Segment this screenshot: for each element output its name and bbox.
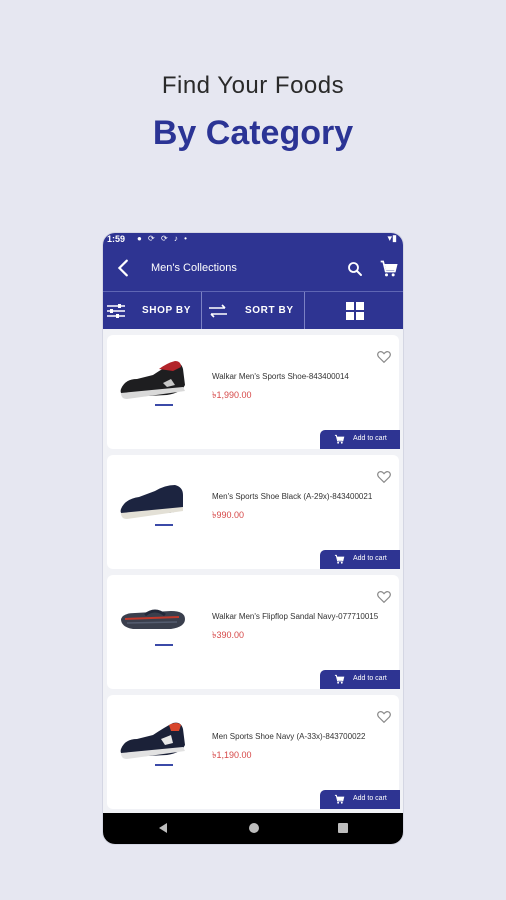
cart-icon [334, 434, 345, 444]
product-image [120, 485, 183, 526]
app-bar: Men's Collections [103, 247, 403, 291]
product-card[interactable]: Walkar Men's Flipflop Sandal Navy-077710… [107, 575, 400, 689]
add-to-cart-label: Add to cart [353, 795, 387, 802]
status-time: 1:59 [107, 234, 126, 244]
phone-screen: 1:59 ● ⟳ ⟳ ♪ • ▾▮ Men's Collections SHOP… [103, 233, 403, 844]
product-image [121, 609, 185, 646]
heart-icon[interactable] [376, 469, 392, 485]
add-to-cart-button[interactable]: Add to cart [320, 430, 400, 449]
product-image [120, 722, 185, 766]
product-image [120, 361, 185, 406]
product-name: Men Sports Shoe Navy (A-33x)-843700022 [212, 732, 366, 741]
heart-icon[interactable] [376, 349, 392, 365]
heart-icon[interactable] [376, 589, 392, 605]
nav-back-icon[interactable] [159, 823, 167, 833]
product-name: Men's Sports Shoe Black (A-29x)-84340002… [212, 492, 373, 501]
add-to-cart-button[interactable]: Add to cart [320, 670, 400, 689]
back-arrow-icon[interactable] [113, 257, 135, 279]
cart-icon[interactable] [379, 259, 399, 279]
grid-view-toggle[interactable] [305, 292, 403, 330]
grid-view-icon [346, 302, 364, 320]
add-to-cart-label: Add to cart [353, 435, 387, 442]
product-name: Walkar Men's Flipflop Sandal Navy-077710… [212, 612, 379, 621]
filter-bar: SHOP BY SORT BY [103, 291, 403, 330]
search-icon[interactable] [346, 260, 364, 278]
product-price: ৳990.00 [212, 510, 245, 520]
sort-by-label: SORT BY [245, 305, 294, 316]
sort-by-button[interactable]: SORT BY [202, 292, 305, 330]
status-signal-battery-icons: ▾▮ [387, 233, 397, 243]
promo-title: By Category [152, 114, 354, 152]
heart-icon[interactable] [376, 709, 392, 725]
product-card[interactable]: Men Sports Shoe Navy (A-33x)-843700022 ৳… [107, 695, 400, 809]
sort-arrows-icon [209, 304, 227, 318]
nav-home-icon[interactable] [249, 823, 259, 833]
cart-icon [334, 554, 345, 564]
add-to-cart-label: Add to cart [353, 555, 387, 562]
product-card[interactable]: Men's Sports Shoe Black (A-29x)-84340002… [107, 455, 400, 569]
product-price: ৳390.00 [212, 630, 245, 640]
product-price: ৳1,190.00 [212, 750, 252, 760]
status-notification-icons: ● ⟳ ⟳ ♪ • [137, 234, 189, 243]
status-bar: 1:59 ● ⟳ ⟳ ♪ • ▾▮ [103, 233, 403, 247]
product-price: ৳1,990.00 [212, 390, 252, 400]
system-nav-bar [103, 813, 403, 844]
cart-icon [334, 674, 345, 684]
add-to-cart-label: Add to cart [353, 675, 387, 682]
shop-by-label: SHOP BY [142, 305, 192, 316]
add-to-cart-button[interactable]: Add to cart [320, 790, 400, 809]
product-card[interactable]: Walkar Men's Sports Shoe-843400014 ৳1,99… [107, 335, 400, 449]
cart-icon [334, 794, 345, 804]
add-to-cart-button[interactable]: Add to cart [320, 550, 400, 569]
promo-subtitle: Find Your Foods [161, 72, 345, 99]
product-list: Walkar Men's Sports Shoe-843400014 ৳1,99… [103, 329, 403, 813]
nav-recents-icon[interactable] [338, 823, 348, 833]
filter-sliders-icon [107, 304, 125, 318]
page-title: Men's Collections [151, 262, 237, 274]
product-name: Walkar Men's Sports Shoe-843400014 [212, 372, 349, 381]
shop-by-button[interactable]: SHOP BY [103, 292, 202, 330]
